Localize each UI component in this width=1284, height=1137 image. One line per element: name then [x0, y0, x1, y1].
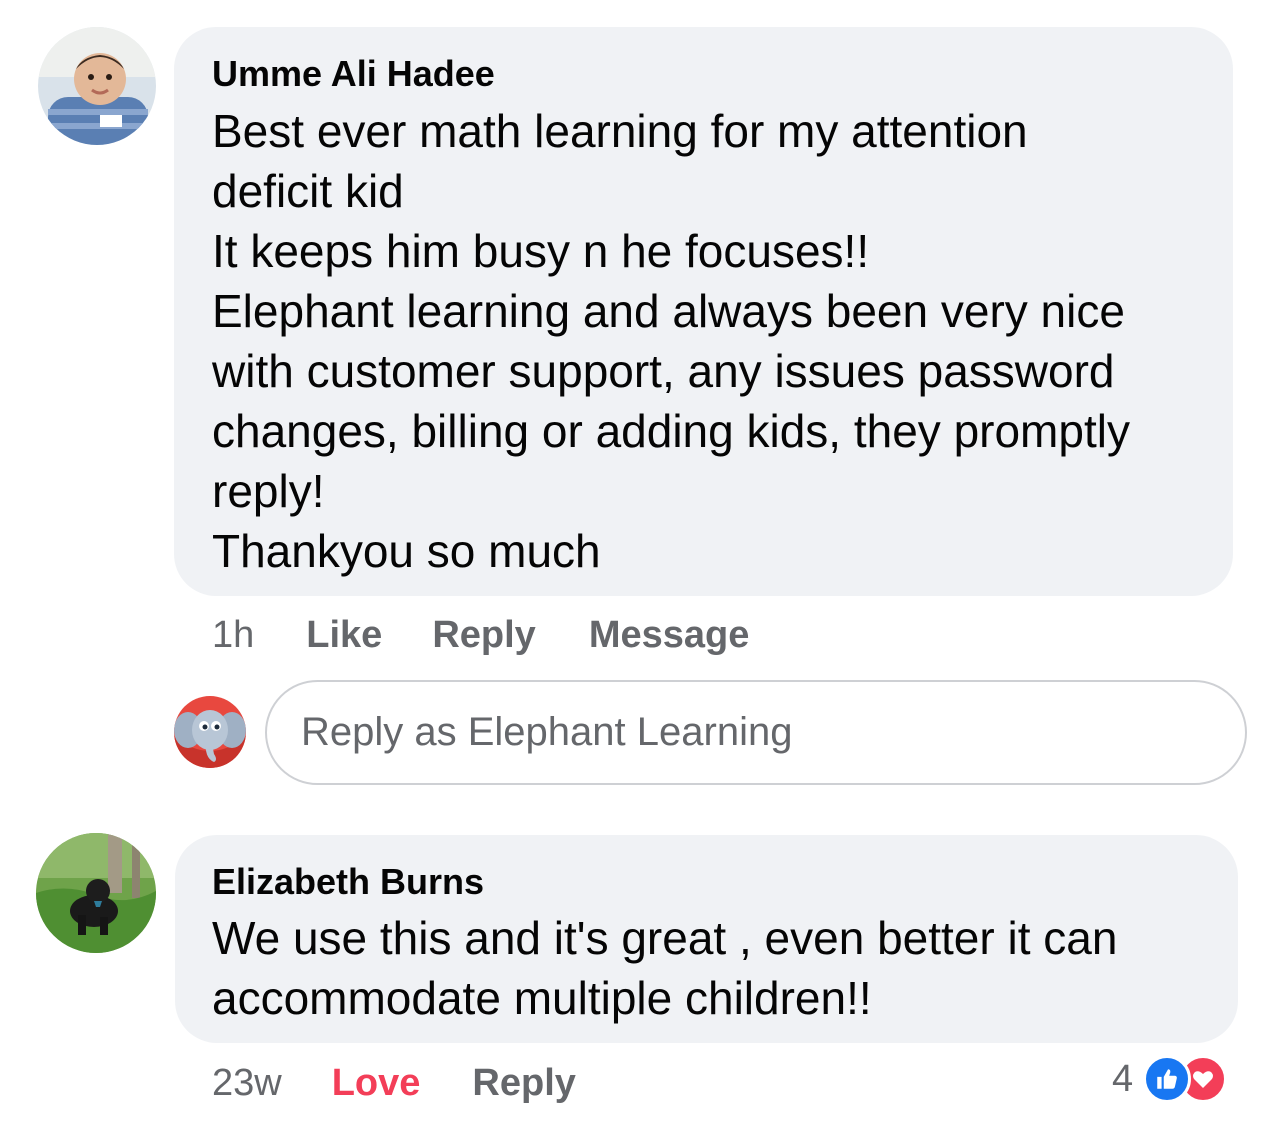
comment-text: Best ever math learning for my attention…: [212, 105, 1130, 577]
reply-input-container[interactable]: [265, 680, 1247, 785]
dog-photo-icon: [36, 833, 156, 953]
comment-text: We use this and it's great , even better…: [212, 912, 1118, 1024]
love-button[interactable]: Love: [332, 1062, 421, 1105]
reply-button[interactable]: Reply: [472, 1062, 575, 1105]
comment-bubble: Elizabeth Burns We use this and it's gre…: [175, 835, 1238, 1043]
comment-author[interactable]: Umme Ali Hadee: [212, 53, 495, 95]
comment-timestamp[interactable]: 1h: [212, 614, 254, 657]
reply-input[interactable]: [301, 682, 1181, 783]
comment-timestamp[interactable]: 23w: [212, 1062, 282, 1105]
avatar-elephant-learning: [174, 696, 246, 768]
reactions-summary[interactable]: 4: [1112, 1055, 1228, 1103]
like-button[interactable]: Like: [306, 614, 382, 657]
comment-author[interactable]: Elizabeth Burns: [212, 861, 484, 903]
elephant-logo-icon: [174, 696, 246, 768]
baby-photo-icon: [38, 27, 156, 145]
comment-bubble: Umme Ali Hadee Best ever math learning f…: [174, 27, 1233, 596]
message-button[interactable]: Message: [589, 614, 750, 657]
comment-actions: 1h Like Reply Message: [212, 612, 749, 658]
reply-button[interactable]: Reply: [432, 614, 535, 657]
like-icon: [1143, 1055, 1192, 1103]
reaction-count: 4: [1112, 1057, 1134, 1100]
avatar-elizabeth-burns[interactable]: [36, 833, 156, 953]
avatar-umme-ali-hadee[interactable]: [38, 27, 156, 145]
comment-actions: 23w Love Reply: [212, 1060, 576, 1106]
